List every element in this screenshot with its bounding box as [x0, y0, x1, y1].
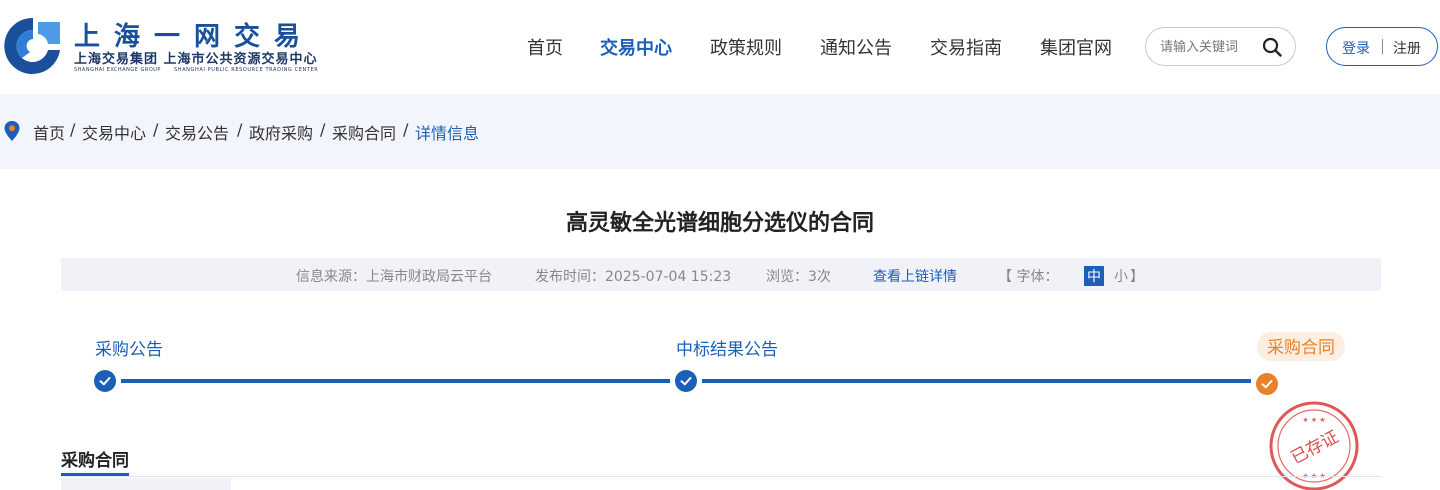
- chain-detail-link[interactable]: 查看上链详情: [873, 266, 957, 286]
- font-small-button[interactable]: 小: [1114, 266, 1128, 286]
- breadcrumb-separator: /: [237, 120, 243, 139]
- tab-divider: [61, 476, 1381, 477]
- breadcrumb-separator: /: [403, 120, 409, 139]
- step-connector: [702, 379, 1251, 383]
- auth-box: 登录 注册: [1326, 27, 1438, 66]
- auth-divider: [1382, 39, 1383, 54]
- nav-item-policy[interactable]: 政策规则: [710, 34, 782, 60]
- step-label-contract[interactable]: 采购合同: [1257, 332, 1345, 361]
- nav-item-group-site[interactable]: 集团官网: [1040, 34, 1112, 60]
- step-dot-contract: [1256, 373, 1278, 395]
- nav-item-guide[interactable]: 交易指南: [930, 34, 1002, 60]
- site-logo[interactable]: 上海一网交易 上海交易集团 上海市公共资源交易中心 SHANGHAI EXCHA…: [0, 10, 360, 82]
- step-dot-announcement: [94, 370, 116, 392]
- stamp-text: 已存证: [1288, 427, 1342, 469]
- check-icon: [680, 377, 692, 386]
- font-medium-label: 中: [1087, 269, 1101, 285]
- site-header: 上海一网交易 上海交易集团 上海市公共资源交易中心 SHANGHAI EXCHA…: [0, 0, 1440, 94]
- step-dot-award-result: [675, 370, 697, 392]
- breadcrumb-announcements[interactable]: 交易公告: [165, 120, 229, 144]
- breadcrumb-gov-procurement[interactable]: 政府采购: [249, 120, 313, 144]
- nav-item-trading-center[interactable]: 交易中心: [600, 34, 672, 60]
- nav-item-notices[interactable]: 通知公告: [820, 34, 892, 60]
- logo-subtitle: 上海交易集团 上海市公共资源交易中心: [74, 52, 318, 67]
- logo-mark-icon: [4, 17, 61, 74]
- step-label-award-result[interactable]: 中标结果公告: [676, 335, 778, 360]
- breadcrumb-current: 详情信息: [415, 124, 480, 143]
- breadcrumb-contracts[interactable]: 采购合同: [332, 120, 396, 144]
- detail-card: 高灵敏全光谱细胞分选仪的合同 信息来源：上海市财政局云平台 发布时间：2025-…: [0, 169, 1440, 490]
- logo-en-group: SHANGHAI EXCHANGE GROUP: [74, 67, 161, 73]
- login-link[interactable]: 登录: [1342, 38, 1370, 58]
- step-label-announcement[interactable]: 采购公告: [95, 335, 163, 360]
- search-box: [1145, 27, 1296, 66]
- step-connector: [121, 379, 670, 383]
- check-icon: [99, 377, 111, 386]
- logo-en-center: SHANGHAI PUBLIC RESOURCE TRADING CENTER: [174, 67, 319, 73]
- page-title: 高灵敏全光谱细胞分选仪的合同: [565, 211, 874, 236]
- breadcrumb-separator: /: [70, 120, 76, 139]
- location-pin-icon: [4, 121, 20, 141]
- search-input[interactable]: [1160, 37, 1260, 57]
- register-link[interactable]: 注册: [1393, 38, 1421, 58]
- font-medium-button[interactable]: 中: [1084, 266, 1104, 286]
- nav-item-home[interactable]: 首页: [527, 34, 563, 60]
- meta-views: 浏览：3次: [766, 269, 831, 285]
- process-steps: 采购公告 中标结果公告 采购合同: [0, 329, 1440, 399]
- search-icon[interactable]: [1262, 37, 1282, 57]
- font-size-close: 】: [1130, 269, 1144, 285]
- meta-source: 信息来源：上海市财政局云平台: [296, 269, 492, 285]
- breadcrumb-separator: /: [153, 120, 159, 139]
- meta-bar: 信息来源：上海市财政局云平台 发布时间：2025-07-04 15:23 浏览：…: [61, 258, 1381, 291]
- meta-published: 发布时间：2025-07-04 15:23: [535, 269, 732, 285]
- content-table-header: [61, 478, 231, 490]
- svg-text:★ ★ ★: ★ ★ ★: [1302, 416, 1325, 424]
- font-size-label: 【 字体：: [998, 269, 1059, 285]
- breadcrumb-separator: /: [320, 120, 326, 139]
- check-icon: [1261, 380, 1273, 389]
- breadcrumb-trading-center[interactable]: 交易中心: [82, 120, 146, 144]
- tab-contract[interactable]: 采购合同: [61, 446, 129, 471]
- breadcrumb-home[interactable]: 首页: [33, 120, 65, 144]
